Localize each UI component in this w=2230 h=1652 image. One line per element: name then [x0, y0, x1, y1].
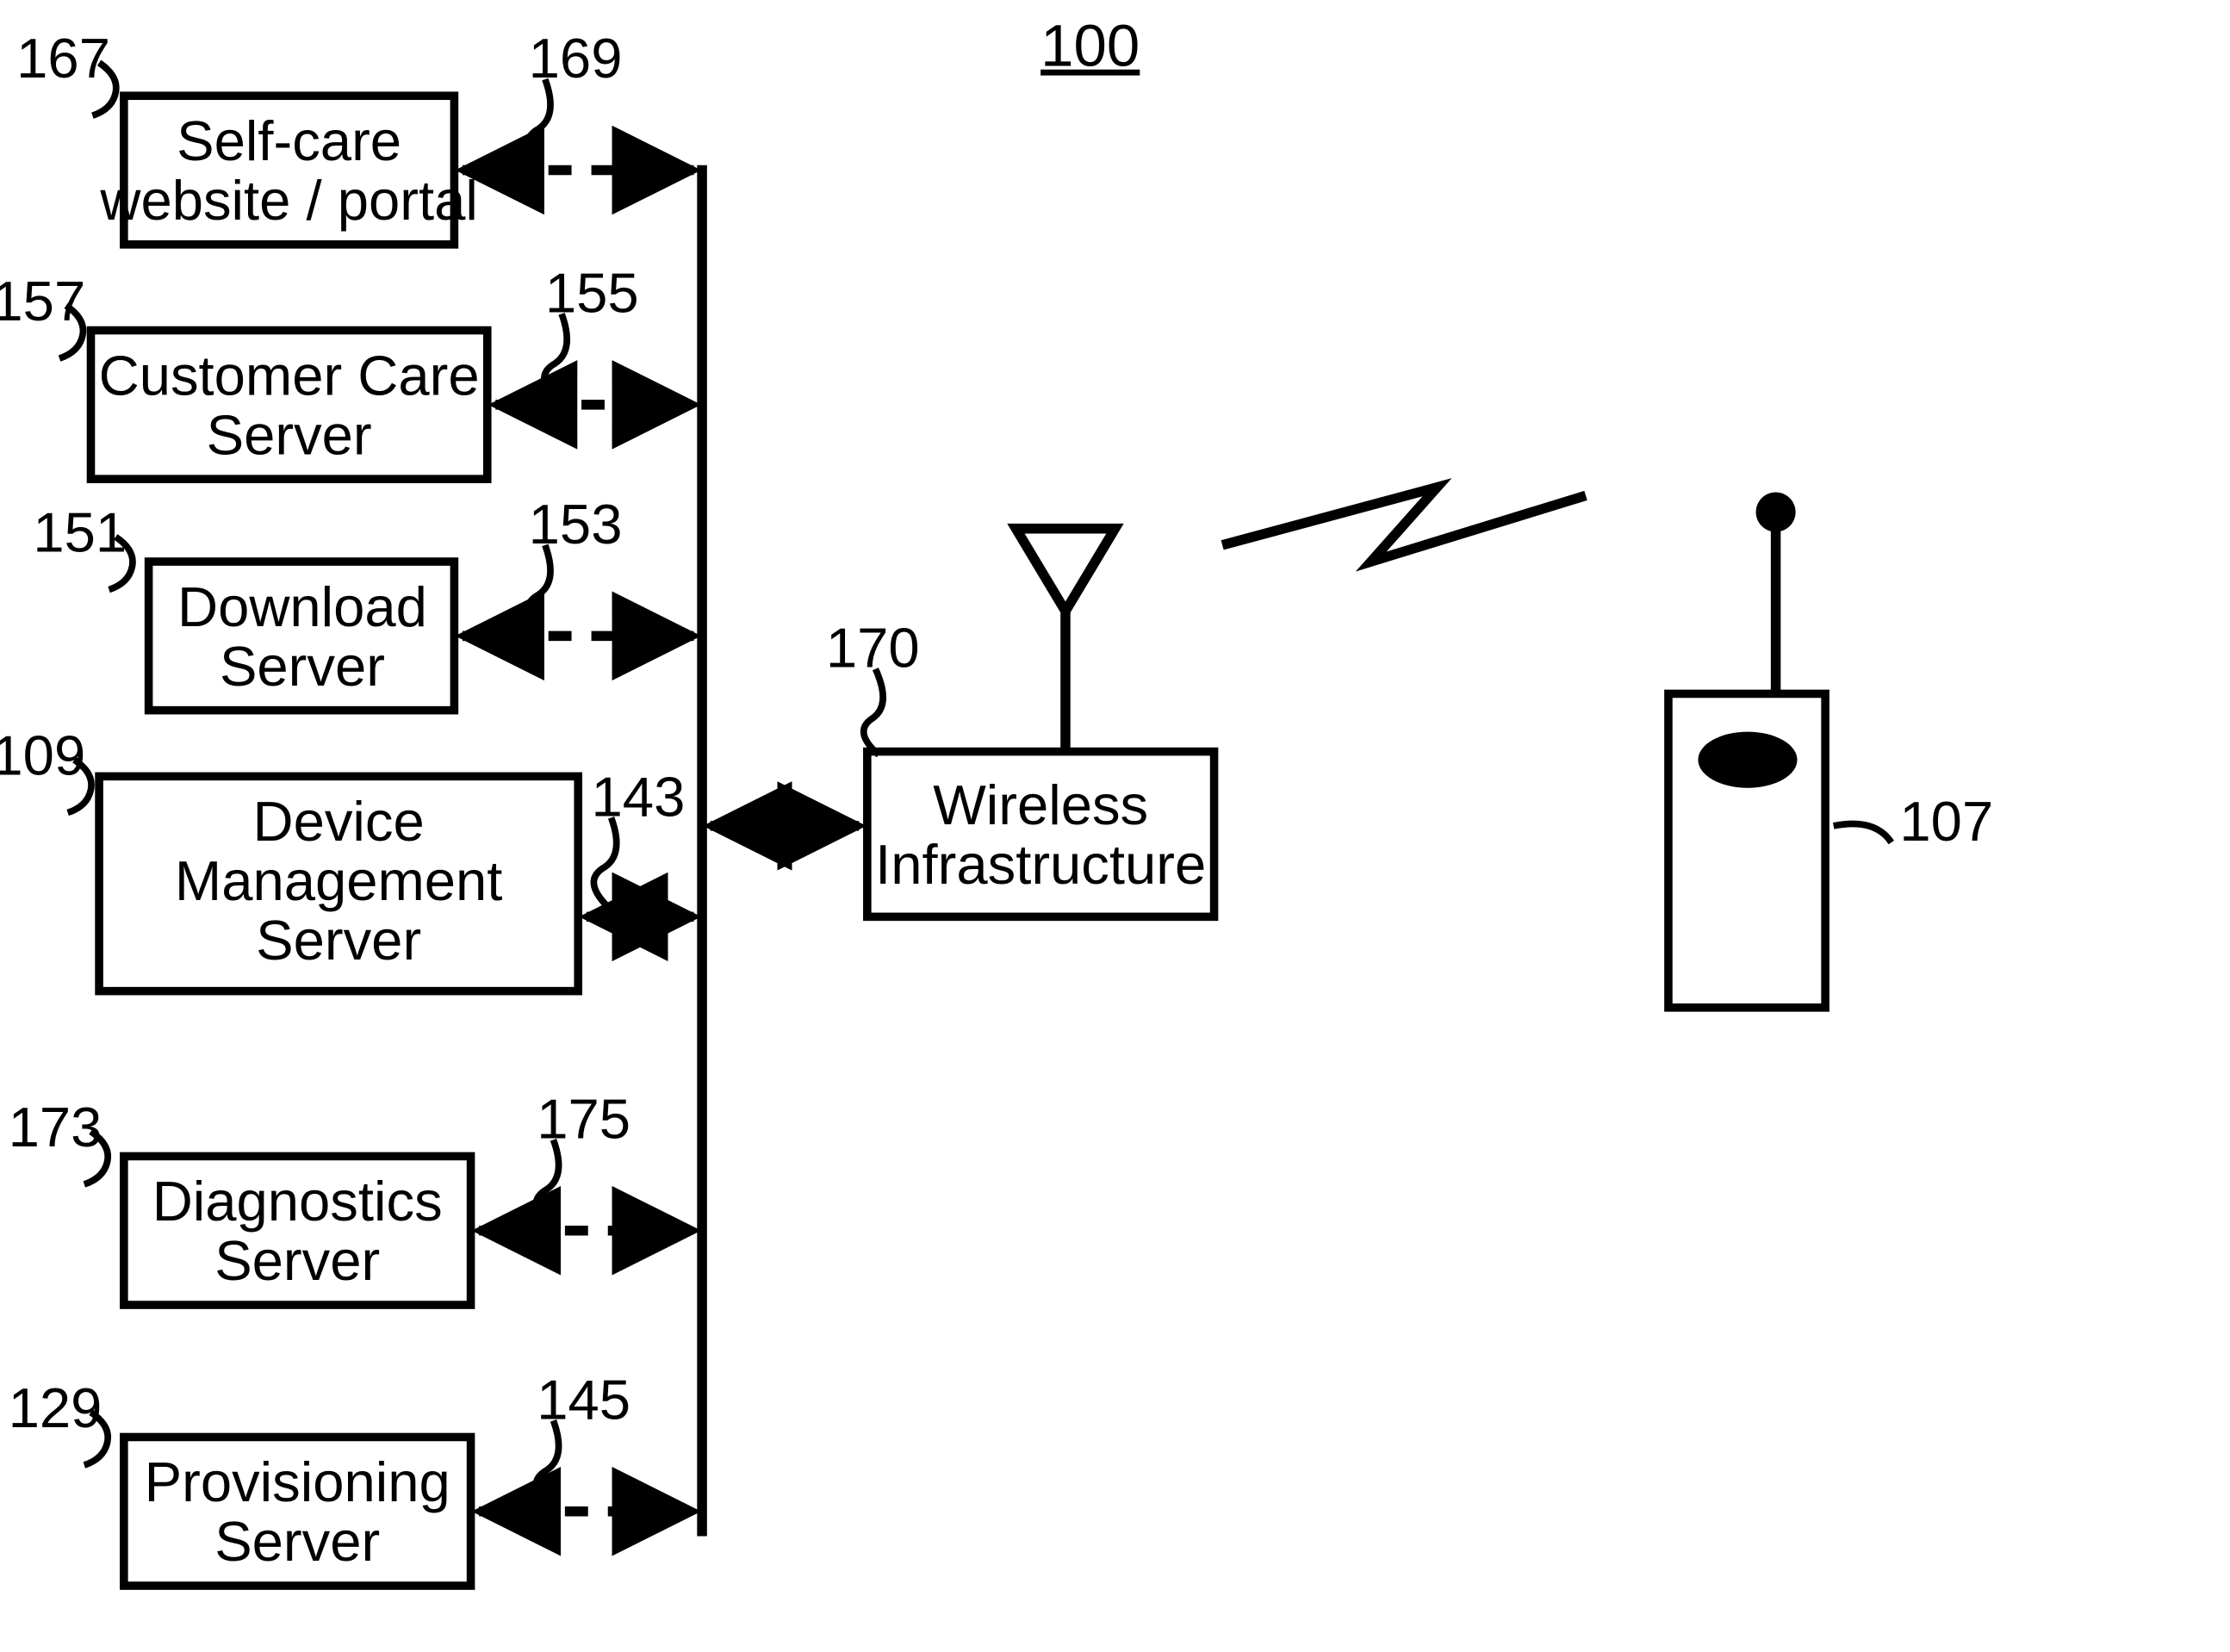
download-ref: 151 [33, 500, 127, 563]
devmgmt-connref: 143 [592, 765, 686, 828]
device-ref: 107 [1899, 790, 1993, 853]
custcare-line2: Server [207, 403, 372, 466]
selfcare-connref: 169 [529, 27, 623, 90]
diag-ref: 173 [9, 1096, 102, 1158]
prov-line2: Server [214, 1510, 380, 1573]
wireless-line1: Wireless [933, 773, 1148, 836]
selfcare-block: Self-care website / portal 169 167 [16, 27, 693, 245]
prov-line1: Provisioning [145, 1450, 450, 1513]
diag-block: Diagnostics Server 175 173 [9, 1087, 694, 1305]
selfcare-ref: 167 [16, 27, 110, 90]
diagram: 100 Self-care website / portal 169 167 C… [0, 0, 2230, 1652]
custcare-block: Customer Care Server 155 157 [0, 261, 693, 479]
download-line1: Download [177, 575, 427, 638]
selfcare-line2: website / portal [99, 169, 477, 232]
download-connref: 153 [529, 493, 623, 556]
selfcare-squiggle [528, 79, 550, 169]
wireless-block: Wireless Infrastructure 170 [826, 529, 1214, 917]
devmgmt-line3: Server [256, 909, 421, 972]
diag-line1: Diagnostics [152, 1170, 443, 1233]
devmgmt-ref: 109 [0, 724, 85, 786]
download-line2: Server [220, 635, 385, 698]
devmgmt-line2: Management [175, 849, 503, 912]
rf-link-icon [1222, 488, 1586, 562]
prov-ref: 129 [9, 1376, 102, 1439]
mobile-device: 107 [1668, 492, 1993, 1007]
custcare-connref: 155 [545, 261, 639, 324]
figure-ref: 100 [1040, 13, 1140, 79]
devmgmt-line1: Device [253, 790, 425, 853]
prov-connref: 145 [537, 1368, 630, 1431]
selfcare-line1: Self-care [177, 109, 401, 172]
diag-connref: 175 [537, 1087, 630, 1150]
custcare-line1: Customer Care [99, 344, 480, 407]
devmgmt-block: Device Management Server 143 109 [0, 724, 693, 991]
wireless-line2: Infrastructure [875, 833, 1206, 896]
diag-line2: Server [214, 1229, 380, 1292]
download-block: Download Server 153 151 [33, 493, 693, 711]
custcare-ref: 157 [0, 270, 85, 332]
wireless-ref: 170 [826, 617, 920, 680]
prov-block: Provisioning Server 145 129 [9, 1368, 694, 1586]
